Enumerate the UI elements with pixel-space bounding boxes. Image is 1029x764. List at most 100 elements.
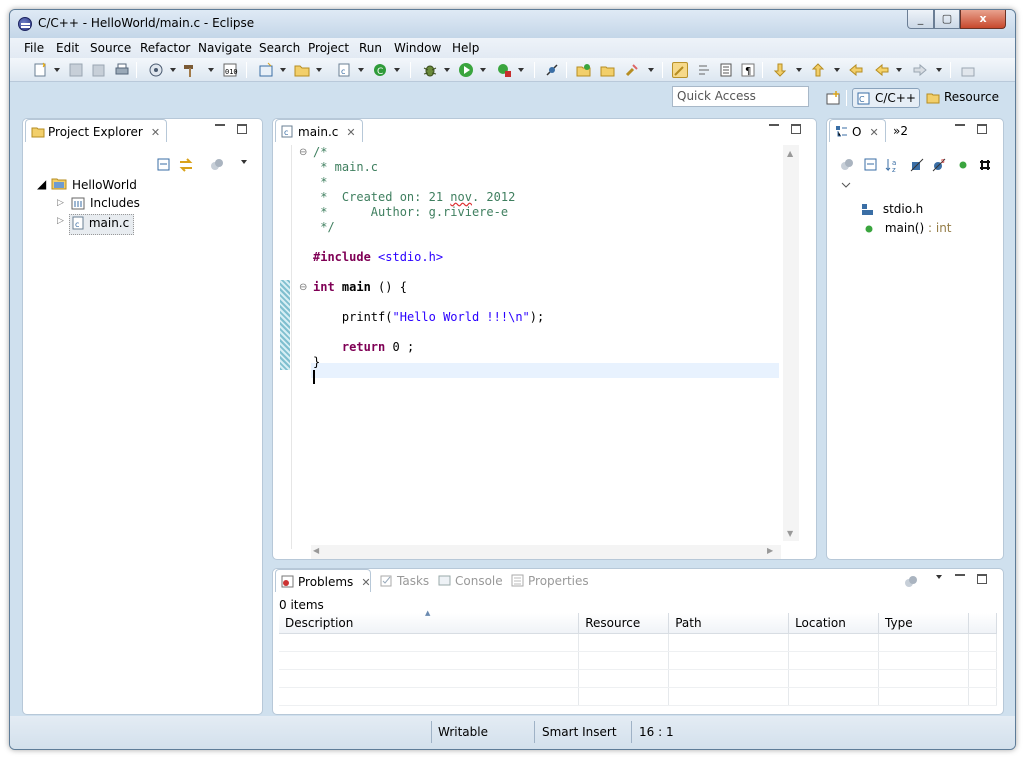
menu-navigate[interactable]: Navigate [198,41,252,55]
hide-non-public-icon[interactable] [955,157,971,173]
new-folder-icon[interactable] [294,62,310,78]
tab-properties[interactable]: Properties [506,569,595,592]
debug-bug-icon[interactable] [422,62,438,78]
view-menu-icon[interactable] [936,575,942,579]
more-views-chevron[interactable]: »2 [893,124,908,138]
toggle-highlight-icon[interactable] [696,62,712,78]
close-button[interactable]: x [960,10,1006,29]
sort-icon[interactable]: az [885,157,901,174]
previous-annotation-dropdown-icon[interactable] [834,68,840,72]
print-icon[interactable] [114,62,130,78]
vertical-scrollbar[interactable]: ▲ ▼ [783,145,799,541]
build-dropdown-icon[interactable] [208,68,214,72]
maximize-view-icon[interactable] [977,124,987,134]
search-flashlight-icon[interactable] [624,62,640,78]
close-icon[interactable]: ✕ [346,126,355,139]
build-hammer-icon[interactable] [182,62,198,78]
minimize-view-icon[interactable] [769,124,779,126]
tree-item-main-c[interactable]: c main.c [69,214,135,235]
close-icon[interactable]: ✕ [361,576,370,589]
menu-help[interactable]: Help [452,41,479,55]
view-menu-icon[interactable] [841,182,851,188]
open-folder-icon[interactable] [576,62,592,78]
view-options-icon[interactable] [903,574,919,590]
tab-project-explorer[interactable]: Project Explorer ✕ [25,119,168,142]
binary-icon[interactable]: 010 [222,62,238,78]
open-perspective-icon[interactable] [825,90,841,106]
minimize-view-icon[interactable] [955,124,965,126]
tab-main-c[interactable]: c main.c ✕ [275,119,363,142]
toggle-mark-occurrences-icon[interactable] [672,62,688,78]
outline-item-stdio[interactable]: stdio.h [861,202,923,217]
code-editor[interactable]: /* * main.c * * Created on: 21 nov. 2012… [313,145,544,385]
menu-refactor[interactable]: Refactor [140,41,190,55]
menu-search[interactable]: Search [259,41,300,55]
collapse-all-icon[interactable] [863,157,879,173]
horizontal-scrollbar[interactable]: ◀ ▶ [311,545,781,559]
minimize-button[interactable]: _ [907,10,934,29]
debug-dropdown-icon[interactable] [444,68,450,72]
perspective-cpp[interactable]: C C/C++ [852,88,920,108]
menu-source[interactable]: Source [90,41,131,55]
toggle-block-selection-icon[interactable] [718,62,734,78]
external-tools-dropdown-icon[interactable] [518,68,524,72]
new-project-dropdown-icon[interactable] [280,68,286,72]
outline-item-main[interactable]: main() : int [863,221,952,235]
close-icon[interactable]: ✕ [151,126,160,139]
show-whitespace-icon[interactable]: ¶ [740,62,756,78]
maximize-view-icon[interactable] [977,574,987,584]
menu-project[interactable]: Project [308,41,349,55]
hide-static-icon[interactable]: s [931,157,947,173]
forward-dropdown-icon[interactable] [936,68,942,72]
maximize-view-icon[interactable] [791,124,801,134]
hide-fields-icon[interactable] [909,157,925,173]
tree-item-includes[interactable]: Includes [90,196,140,210]
minimize-view-icon[interactable] [215,124,225,126]
group-icon[interactable] [839,157,855,173]
menu-file[interactable]: File [24,41,44,55]
new-class-icon[interactable]: C [372,62,388,78]
new-c-project-icon[interactable] [258,62,274,78]
search-dropdown-icon[interactable] [648,68,654,72]
menu-edit[interactable]: Edit [56,41,79,55]
column-type[interactable]: Type [878,613,969,634]
view-menu-icon[interactable] [241,160,247,164]
new-source-file-icon[interactable]: c [336,62,352,78]
tree-collapse-arrow-icon[interactable]: ▷ [57,216,64,226]
fold-icon[interactable]: ⊖ [299,282,307,293]
next-annotation-dropdown-icon[interactable] [796,68,802,72]
tab-tasks[interactable]: Tasks [375,569,435,592]
back-arrow-icon[interactable] [874,62,890,78]
new-source-dropdown-icon[interactable] [358,68,364,72]
manage-configurations-icon[interactable] [148,62,164,78]
save-all-icon[interactable] [90,62,106,78]
next-annotation-icon[interactable] [772,62,788,78]
column-resource[interactable]: Resource [578,613,670,634]
last-edit-location-icon[interactable] [848,62,864,78]
column-location[interactable]: Location [788,613,880,634]
configurations-dropdown-icon[interactable] [170,68,176,72]
external-tools-icon[interactable] [496,62,512,78]
pin-editor-icon[interactable] [960,62,976,78]
menu-window[interactable]: Window [394,41,441,55]
menu-run[interactable]: Run [359,41,382,55]
new-dropdown-icon[interactable] [54,68,60,72]
perspective-resource[interactable]: Resource [924,88,1004,108]
save-icon[interactable] [68,62,84,78]
new-icon[interactable] [32,62,48,78]
collapse-all-icon[interactable] [156,157,172,173]
run-dropdown-icon[interactable] [480,68,486,72]
skip-breakpoints-icon[interactable] [544,62,560,78]
maximize-view-icon[interactable] [237,124,247,134]
tree-expand-arrow-icon[interactable]: ◢ [37,177,46,191]
back-dropdown-icon[interactable] [896,68,902,72]
tab-problems[interactable]: Problems ✕ [275,569,371,592]
previous-annotation-icon[interactable] [810,62,826,78]
new-folder-dropdown-icon[interactable] [316,68,322,72]
fold-icon[interactable]: ⊖ [299,147,307,158]
view-options-icon[interactable] [209,157,225,173]
close-icon[interactable]: ✕ [869,126,878,139]
open-type-icon[interactable] [600,62,616,78]
run-icon[interactable] [458,62,474,78]
quick-access-input[interactable]: Quick Access [672,86,809,107]
